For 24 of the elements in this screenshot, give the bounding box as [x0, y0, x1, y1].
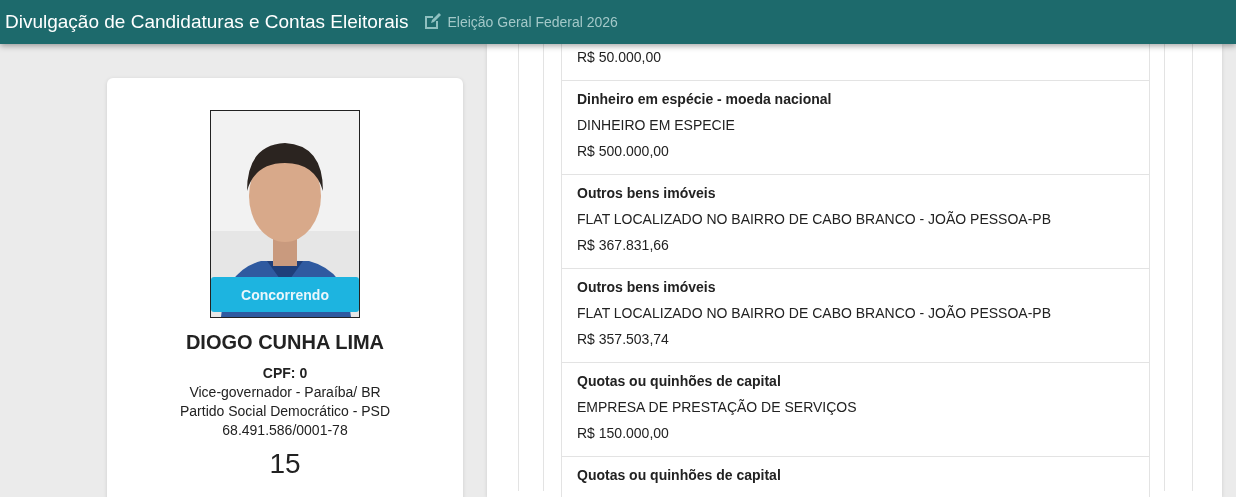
office-text: Vice-governador - Paraíba/ BR	[189, 384, 381, 400]
asset-type: Quotas ou quinhões de capital	[577, 466, 782, 485]
election-name: Eleição Geral Federal 2026	[447, 14, 618, 30]
asset-type: Dinheiro em espécie - moeda nacional	[577, 90, 833, 109]
cpf-text: CPF: 0	[262, 365, 308, 381]
asset-value: R$ 367.831,66	[577, 236, 670, 255]
asset-description: DINHEIRO EM ESPECIE	[577, 116, 736, 135]
app-title: Divulgação de Candidaturas e Contas Eleitorais	[5, 11, 409, 33]
candidate-number: 15	[269, 448, 301, 480]
asset-description: FLAT LOCALIZADO NO BAIRRO DE CABO BRANCO - JOÃO PESSOA-PB	[577, 210, 1053, 229]
asset-type: Outros bens imóveis	[577, 278, 717, 297]
asset-value: R$ 500.000,00	[577, 142, 670, 161]
asset-description: FLAT LOCALIZADO NO BAIRRO DE CABO BRANCO - JOÃO PESSOA-PB	[577, 304, 1053, 323]
candidate-name: DIOGO CUNHA LIMA	[185, 331, 385, 354]
asset-type: Outros bens imóveis	[577, 184, 717, 203]
asset-value: R$ 357.503,74	[577, 330, 670, 349]
status-badge: Concorrendo	[211, 277, 359, 312]
cnpj-text: 68.491.586/0001-78	[222, 422, 348, 438]
asset-description: EMPRESA DE PRESTAÇÃO DE SERVIÇOS	[577, 398, 858, 417]
party-text: Partido Social Democrático - PSD	[179, 403, 391, 419]
asset-value: R$ 50.000,00	[577, 48, 663, 67]
asset-type: Quotas ou quinhões de capital	[577, 372, 782, 391]
edit-icon[interactable]	[422, 12, 443, 32]
asset-value: R$ 150.000,00	[577, 424, 670, 443]
